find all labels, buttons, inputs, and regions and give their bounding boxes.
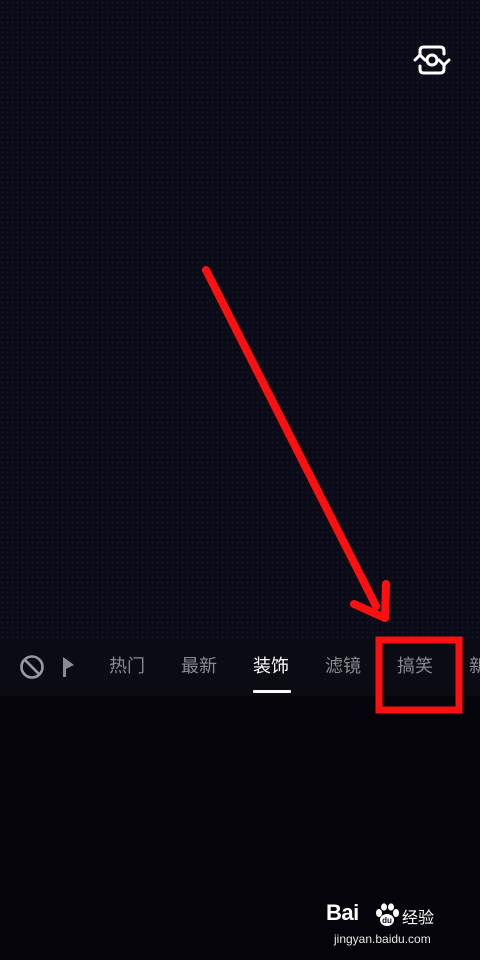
app-screen: 热门 最新 装饰 滤镜 搞笑 新 Bai du 经验 jingyan.baidu… (0, 0, 480, 960)
paw-icon: du (376, 903, 399, 926)
flag-shape-icon[interactable] (62, 656, 76, 678)
svg-text:du: du (382, 916, 392, 925)
baidu-jingyan-watermark: Bai du 经验 jingyan.baidu.com (326, 900, 456, 950)
flip-camera-icon (413, 45, 451, 75)
tab-new[interactable]: 新 (469, 654, 480, 680)
watermark-url: jingyan.baidu.com (334, 932, 431, 946)
effects-tab-bar: 热门 最新 装饰 滤镜 搞笑 新 (0, 640, 480, 696)
watermark-logo-text: Bai (326, 900, 359, 925)
tab-filter[interactable]: 滤镜 (325, 654, 361, 680)
camera-preview (0, 0, 480, 640)
watermark-product-text: 经验 (402, 908, 435, 927)
tab-latest[interactable]: 最新 (181, 654, 217, 680)
tab-hot[interactable]: 热门 (109, 654, 145, 680)
tab-funny[interactable]: 搞笑 (397, 654, 433, 680)
flip-camera-button[interactable] (410, 40, 454, 80)
active-tab-indicator (253, 690, 291, 693)
prohibited-icon[interactable] (19, 654, 45, 680)
tab-decoration[interactable]: 装饰 (253, 654, 289, 680)
